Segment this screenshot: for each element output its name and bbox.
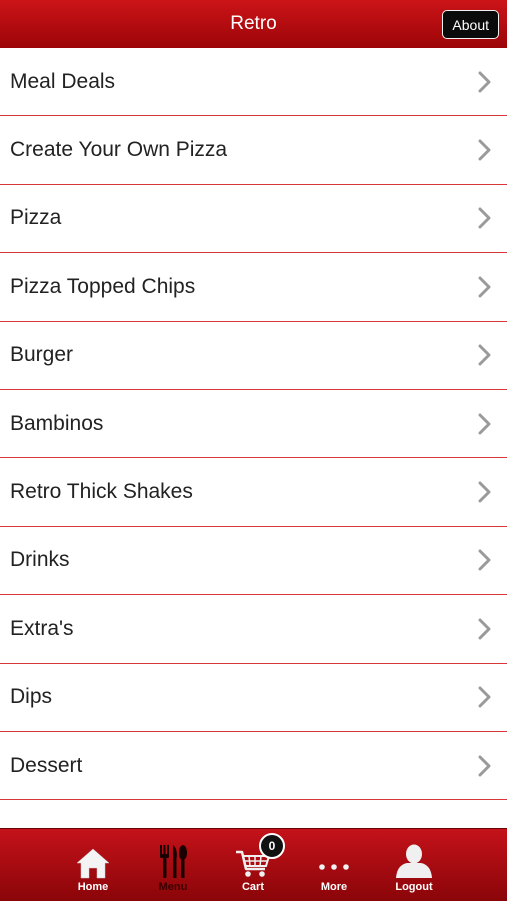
tab-logout-label: Logout	[395, 881, 433, 893]
page-title: Retro	[230, 13, 277, 34]
list-item[interactable]: Pizza	[0, 184, 507, 254]
list-item[interactable]: Meal Deals	[0, 48, 507, 117]
tab-more[interactable]: More	[294, 829, 374, 901]
chevron-right-icon	[475, 206, 495, 230]
tab-logout[interactable]: Logout	[374, 829, 454, 901]
tab-menu[interactable]: Menu	[133, 829, 213, 901]
chevron-right-icon	[475, 412, 495, 436]
chevron-right-icon	[475, 275, 495, 299]
chevron-right-icon	[475, 138, 495, 162]
list-item[interactable]: Pizza Topped Chips	[0, 253, 507, 322]
cart-count-badge: 0	[259, 833, 285, 859]
chevron-right-icon	[475, 685, 495, 709]
cutlery-icon	[158, 843, 188, 879]
list-item[interactable]: Dips	[0, 663, 507, 732]
tab-cart[interactable]: 0 Cart	[213, 829, 293, 901]
list-item-label: Dessert	[10, 753, 83, 777]
list-item-label: Drinks	[10, 548, 70, 572]
bottom-tab-bar: Home Menu 0 Cart More Logout	[0, 828, 507, 901]
tab-home-label: Home	[77, 881, 109, 893]
cart-icon: 0	[235, 833, 285, 879]
list-item-label: Pizza Topped Chips	[10, 274, 196, 298]
more-dots-icon	[317, 843, 351, 879]
list-item[interactable]: Bambinos	[0, 389, 507, 459]
chevron-right-icon	[475, 548, 495, 572]
chevron-right-icon	[475, 70, 495, 94]
list-item-label: Create Your Own Pizza	[10, 138, 228, 162]
list-item-label: Meal Deals	[10, 69, 116, 93]
list-item-label: Retro Thick Shakes	[10, 480, 193, 504]
tab-menu-label: Menu	[158, 881, 188, 893]
list-item-label: Bambinos	[10, 411, 104, 435]
chevron-right-icon	[475, 343, 495, 367]
list-item-label: Burger	[10, 343, 74, 367]
tab-more-label: More	[320, 881, 348, 893]
chevron-right-icon	[475, 754, 495, 778]
list-item[interactable]: Create Your Own Pizza	[0, 116, 507, 185]
list-item-label: Extra's	[10, 616, 74, 640]
list-item[interactable]: Burger	[0, 321, 507, 390]
list-item[interactable]: Dessert	[0, 731, 507, 801]
tab-home[interactable]: Home	[53, 829, 133, 901]
menu-category-list: Meal Deals Create Your Own Pizza Pizza P…	[0, 48, 507, 828]
list-item[interactable]: Extra's	[0, 595, 507, 664]
list-item-label: Pizza	[10, 206, 62, 230]
home-icon	[76, 843, 110, 879]
top-nav-bar: Retro About	[0, 0, 507, 48]
list-item[interactable]: Retro Thick Shakes	[0, 458, 507, 527]
list-item-label: Dips	[10, 685, 53, 709]
tab-cart-label: Cart	[241, 881, 264, 893]
list-item[interactable]: Drinks	[0, 526, 507, 596]
chevron-right-icon	[475, 617, 495, 641]
about-button[interactable]: About	[442, 10, 499, 39]
user-icon	[394, 843, 434, 879]
chevron-right-icon	[475, 480, 495, 504]
